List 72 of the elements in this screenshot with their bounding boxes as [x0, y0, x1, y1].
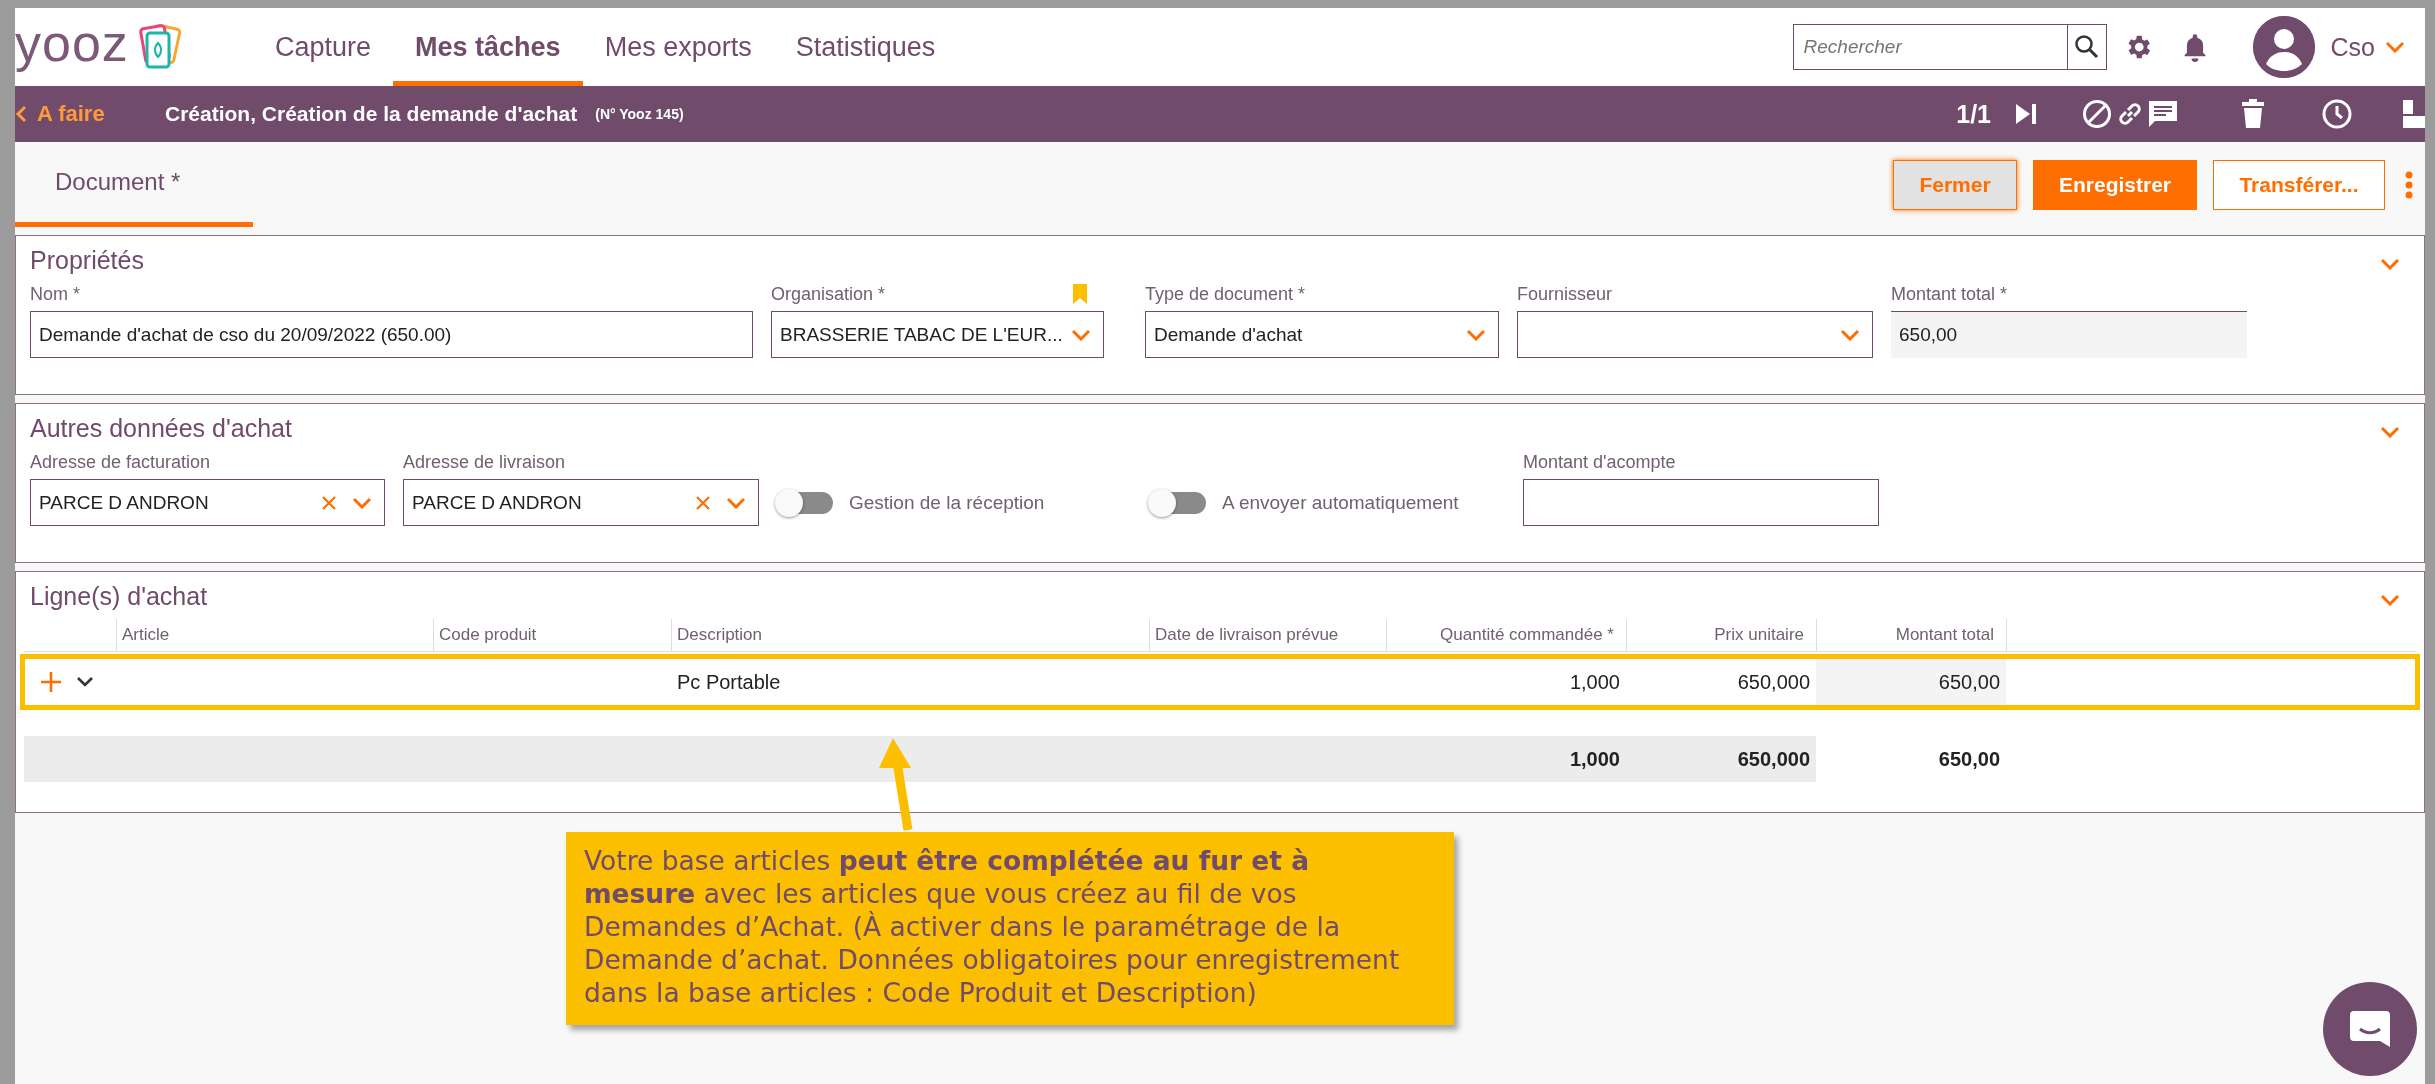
chevron-down-icon[interactable] [1071, 328, 1091, 341]
field-label: Adresse de livraison [403, 451, 566, 473]
document-tab[interactable]: Document * [15, 142, 253, 227]
more-options-icon[interactable] [2405, 170, 2413, 199]
readonly-field: 650,00 [1891, 311, 2247, 358]
select-field[interactable]: PARCE D ANDRON [403, 479, 759, 526]
chevron-down-icon[interactable] [352, 496, 372, 509]
toggle-label: A envoyer automatiquement [1222, 491, 1459, 514]
chevron-down-icon[interactable] [1466, 328, 1486, 341]
section-title: Propriétés [30, 246, 144, 275]
section-title: Ligne(s) d'achat [30, 582, 208, 611]
field-label: Fournisseur [1517, 283, 1613, 305]
field-label: Montant total * [1891, 283, 2008, 305]
chevron-down-icon[interactable] [1840, 328, 1860, 341]
add-icon[interactable] [40, 671, 62, 693]
collapse-icon[interactable] [2380, 258, 2400, 270]
column-header[interactable]: Quantité commandée * [1386, 619, 1626, 651]
search-field[interactable]: Rechercher [1792, 24, 2067, 70]
clear-icon[interactable] [696, 495, 710, 510]
trash-icon[interactable] [2241, 99, 2265, 129]
expand-icon[interactable] [76, 676, 94, 688]
field-label: Organisation * [771, 283, 886, 305]
table-cell-text: 650,000 [1736, 669, 1811, 695]
column-header[interactable]: Prix unitaire [1626, 619, 1816, 651]
toggle-switch[interactable] [1150, 491, 1206, 514]
highlighted-row[interactable]: Pc Portable 1,000 650,000 650,00 [24, 658, 2416, 706]
chevron-down-icon[interactable] [726, 496, 746, 509]
total-cell-text: 650,000 [1736, 746, 1811, 772]
table-cell: 650,00 [1816, 658, 2006, 706]
task-title: Création, Création de la demande d'achat [165, 102, 578, 126]
table-cell-text: Pc Portable [676, 669, 782, 695]
select-field[interactable]: PARCE D ANDRON [30, 479, 385, 526]
collapse-icon[interactable] [2380, 426, 2400, 438]
skip-to-end-icon[interactable] [2013, 101, 2039, 127]
column-header[interactable]: Code produit [433, 619, 671, 651]
column-header[interactable]: Article [116, 619, 433, 651]
user-menu[interactable]: Cso [2330, 32, 2405, 62]
field-label: Adresse de facturation [30, 451, 211, 473]
column-header[interactable]: Montant total [1816, 619, 2006, 651]
section-title: Autres données d'achat [30, 414, 292, 443]
toggle-switch[interactable] [777, 491, 833, 514]
task-reference: (N° Yooz 145) [595, 106, 684, 122]
select-field[interactable]: BRASSERIE TABAC DE L'EUR... [771, 311, 1104, 358]
avatar-icon[interactable] [2252, 16, 2315, 78]
layout-icon[interactable] [2403, 98, 2425, 130]
field-label: Nom * [30, 283, 80, 305]
field-label: Type de document * [1145, 283, 1306, 305]
nav-tab[interactable]: Capture [253, 8, 394, 86]
field-label: Montant d'acompte [1523, 451, 1676, 473]
comment-icon[interactable] [2147, 99, 2179, 129]
search-icon[interactable] [2073, 34, 2100, 60]
chevron-down-icon[interactable] [2385, 41, 2405, 53]
input-field[interactable] [1523, 479, 1879, 526]
block-icon[interactable] [2081, 98, 2113, 130]
pager-text: 1/1 [1956, 99, 1991, 129]
callout-text: Votre base articles peut être complétée au fur et à mesure avec les articles que vous créez au fil de vos Demandes d’Achat. (À activer dans le paramétrage de la Demande d’achat. Données obligatoires pour enregistrement dans la base articles : Code Produit et Description) [566, 832, 1454, 1025]
table-cell-text: 1,000 [1568, 669, 1621, 695]
total-cell-text: 650,00 [1937, 746, 2001, 772]
total-cell-text: 1,000 [1568, 746, 1621, 772]
input-field[interactable]: Demande d'achat de cso du 20/09/2022 (650.00) [30, 311, 753, 358]
select-field[interactable] [1517, 311, 1873, 358]
collapse-icon[interactable] [2380, 594, 2400, 606]
clock-icon[interactable] [2321, 98, 2353, 130]
select-field[interactable]: Demande d'achat [1145, 311, 1499, 358]
column-header[interactable]: Description [671, 619, 1149, 651]
back-chevron-icon[interactable] [15, 105, 27, 123]
clear-icon[interactable] [322, 495, 336, 510]
nav-tab[interactable]: Mes exports [582, 8, 774, 86]
nav-tab[interactable]: Statistiques [773, 8, 958, 86]
column-header[interactable]: Date de livraison prévue [1149, 619, 1386, 651]
toggle-label: Gestion de la réception [849, 491, 1045, 514]
search-button[interactable] [2066, 24, 2107, 70]
